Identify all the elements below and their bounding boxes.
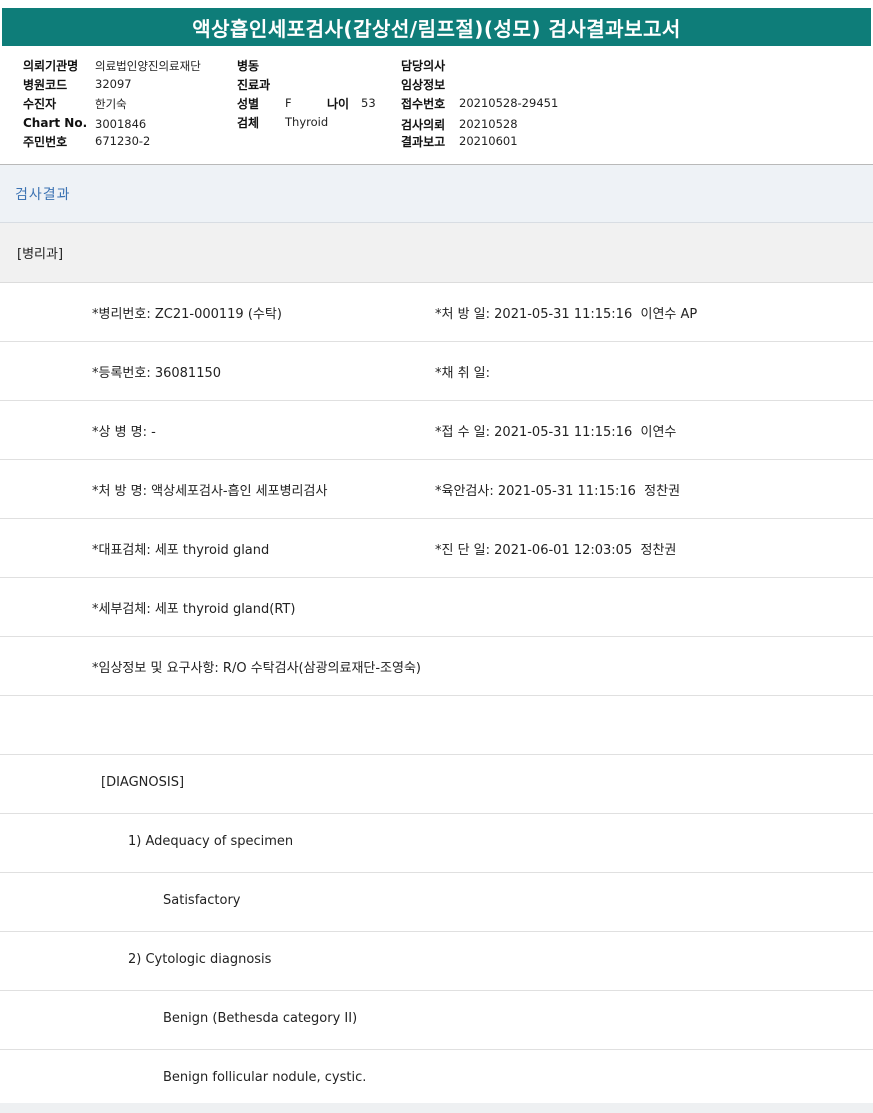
diagnosis-heading: [DIAGNOSIS] [101,775,185,790]
report-date-label: 결과보고 [401,135,446,149]
bottom-bar [0,1103,873,1113]
row-left-text: *처 방 명: 액상세포검사-흡인 세포병리검사 [92,484,328,499]
result-rows: *병리번호: ZC21-000119 (수탁) *처 방 일: 2021-05-… [0,283,873,1108]
diagnosis-row: 1) Adequacy of specimen [0,814,873,873]
request-date-value: 20210528 [459,117,518,131]
row-left-text: *상 병 명: - [92,425,156,440]
diagnosis-row: 2) Cytologic diagnosis [0,932,873,991]
result-row: *처 방 명: 액상세포검사-흡인 세포병리검사 *육안검사: 2021-05-… [0,460,873,519]
result-row: *병리번호: ZC21-000119 (수탁) *처 방 일: 2021-05-… [0,283,873,342]
resident-no-value: 671230-2 [95,134,151,148]
specimen-value: Thyroid [285,115,329,129]
row-left-text: *등록번호: 36081150 [92,366,222,381]
diagnosis-item: Satisfactory [163,893,241,908]
doctor-label: 담당의사 [401,59,446,73]
age-label: 나이 [327,97,350,111]
row-right-text: *처 방 일: 2021-05-31 11:15:16 이연수 AP [435,307,698,322]
department-label: 진료과 [237,78,271,92]
row-right-text: *채 취 일: [435,366,491,381]
report-title: 액상흡인세포검사(갑상선/림프절)(성모) 검사결과보고서 [2,8,871,46]
sex-value: F [285,96,292,110]
receipt-no-value: 20210528-29451 [459,96,559,110]
row-left-text: *임상정보 및 요구사항: R/O 수탁검사(삼광의료재단-조영숙) [92,661,422,676]
receipt-no-label: 접수번호 [401,97,446,111]
diagnosis-row: Benign (Bethesda category II) [0,991,873,1050]
diagnosis-item: 1) Adequacy of specimen [128,834,294,849]
clinical-label: 임상정보 [401,78,446,92]
specimen-label: 검체 [237,116,260,130]
result-row: *대표검체: 세포 thyroid gland *진 단 일: 2021-06-… [0,519,873,578]
row-left-text: *병리번호: ZC21-000119 (수탁) [92,307,282,322]
ward-label: 병동 [237,59,260,73]
row-right-text: *육안검사: 2021-05-31 11:15:16 정찬권 [435,484,681,499]
sex-label: 성별 [237,97,260,111]
report-date-value: 20210601 [459,134,518,148]
diagnosis-item: 2) Cytologic diagnosis [128,952,272,967]
result-row: *등록번호: 36081150 *채 취 일: [0,342,873,401]
diagnosis-item: Benign (Bethesda category II) [163,1011,358,1026]
request-date-label: 검사의뢰 [401,118,446,132]
row-right-text: *접 수 일: 2021-05-31 11:15:16 이연수 [435,425,677,440]
results-section-header: 검사결과 [0,165,873,223]
result-row: *임상정보 및 요구사항: R/O 수탁검사(삼광의료재단-조영숙) [0,637,873,696]
patient-value: 한기숙 [95,97,127,111]
result-row: *세부검체: 세포 thyroid gland(RT) [0,578,873,637]
diagnosis-row: [DIAGNOSIS] [0,755,873,814]
department-header: [병리과] [0,223,873,283]
patient-info-panel: 의뢰기관명 의료법인양진의료재단 병원코드 32097 수진자 한기숙 Char… [0,48,873,164]
diagnosis-row: Satisfactory [0,873,873,932]
report-header: 액상흡인세포검사(갑상선/림프절)(성모) 검사결과보고서 [0,0,873,48]
diagnosis-row: Benign follicular nodule, cystic. [0,1050,873,1108]
patient-label: 수진자 [23,97,57,111]
chart-no-value: 3001846 [95,117,147,131]
row-left-text: *세부검체: 세포 thyroid gland(RT) [92,602,296,617]
hospital-code-label: 병원코드 [23,78,68,92]
result-row [0,696,873,755]
institution-value: 의료법인양진의료재단 [95,59,201,73]
age-value: 53 [361,96,376,110]
result-row: *상 병 명: - *접 수 일: 2021-05-31 11:15:16 이연… [0,401,873,460]
institution-label: 의뢰기관명 [23,59,79,73]
department-title: [병리과] [17,247,64,262]
resident-no-label: 주민번호 [23,135,68,149]
hospital-code-value: 32097 [95,77,132,91]
results-section-title: 검사결과 [15,187,71,203]
row-left-text: *대표검체: 세포 thyroid gland [92,543,270,558]
row-right-text: *진 단 일: 2021-06-01 12:03:05 정찬권 [435,543,677,558]
diagnosis-item: Benign follicular nodule, cystic. [163,1070,367,1085]
chart-no-label: Chart No. [23,116,88,130]
